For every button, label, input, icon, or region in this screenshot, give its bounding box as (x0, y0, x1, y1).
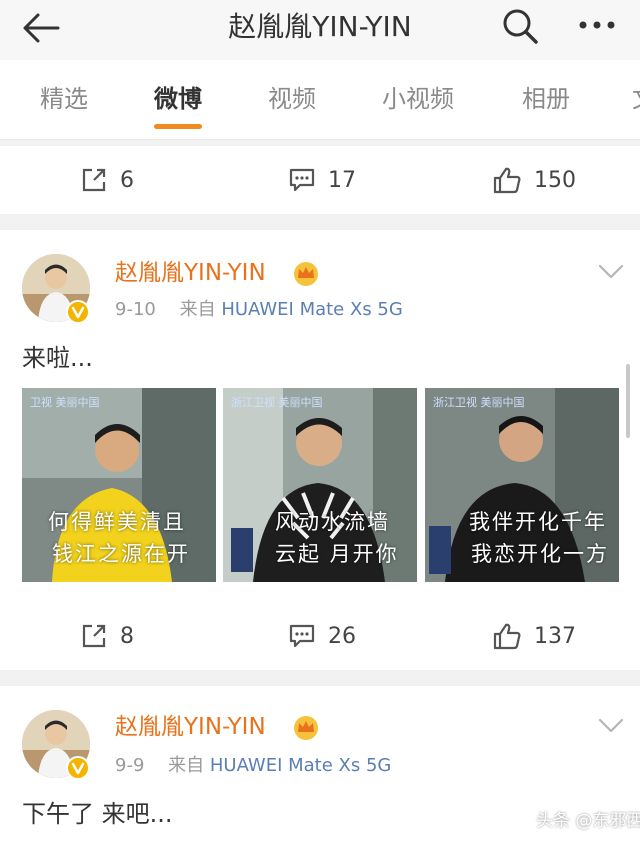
post-source[interactable]: HUAWEI Mate Xs 5G (210, 755, 392, 776)
verified-badge (66, 300, 90, 324)
post-date: 9-9 (115, 755, 145, 776)
share-button[interactable]: 8 (80, 602, 134, 670)
post-date: 9-10 (115, 299, 156, 320)
page-title: 赵胤胤YIN-YIN (228, 10, 412, 43)
like-button[interactable]: 137 (492, 602, 576, 670)
share-count: 6 (120, 167, 134, 193)
comment-button[interactable]: 26 (288, 602, 356, 670)
tab-video[interactable]: 视频 (268, 82, 316, 116)
crown-icon (294, 262, 318, 286)
verified-badge (66, 756, 90, 780)
tab-short-video[interactable]: 小视频 (382, 82, 454, 116)
post-image[interactable]: 浙江卫视 美丽中国 我伴开化千年 我恋开化一方 (425, 388, 619, 582)
comment-button[interactable]: 17 (288, 146, 356, 214)
like-count: 150 (534, 167, 576, 193)
post-text: 下午了 来吧... (22, 800, 173, 828)
image-caption: 我恋开化一方 (471, 542, 609, 566)
tab-album[interactable]: 相册 (522, 82, 570, 116)
tab-bar: 精选 微博 视频 小视频 相册 文 (0, 60, 640, 140)
like-button[interactable]: 150 (492, 146, 576, 214)
thumbs-up-icon (493, 167, 521, 194)
share-icon (82, 624, 106, 648)
search-icon (503, 9, 538, 44)
author-name[interactable]: 赵胤胤YIN-YIN (115, 258, 266, 288)
image-caption: 风动水流墙 (275, 510, 390, 534)
svg-text:卫视 美丽中国: 卫视 美丽中国 (30, 395, 100, 409)
post-text: 来啦... (22, 344, 93, 372)
share-count: 8 (120, 623, 134, 649)
like-count: 137 (534, 623, 576, 649)
crown-icon (294, 716, 318, 740)
more-button[interactable] (575, 10, 619, 40)
comment-icon (289, 168, 315, 192)
comment-icon (289, 624, 315, 648)
thumbs-up-icon (493, 623, 521, 650)
active-tab-indicator (154, 124, 202, 129)
chevron-down-icon[interactable] (596, 262, 626, 282)
tab-weibo[interactable]: 微博 (154, 82, 202, 116)
from-label: 来自 (179, 299, 216, 320)
from-label: 来自 (168, 755, 205, 776)
watermark: 头条 @东邪西媚 (536, 811, 640, 831)
post-meta: 9-9 来自 HUAWEI Mate Xs 5G (115, 754, 391, 778)
svg-text:浙江卫视 美丽中国: 浙江卫视 美丽中国 (231, 395, 323, 409)
comment-count: 17 (328, 167, 356, 193)
scrollbar[interactable] (626, 364, 630, 438)
top-bar: 赵胤胤YIN-YIN (0, 0, 640, 60)
image-caption: 何得鲜美清且 (48, 510, 186, 534)
image-caption: 云起 月开你 (275, 542, 399, 566)
image-caption: 钱江之源在开 (52, 542, 190, 566)
share-icon (82, 168, 106, 192)
post-actions: 8 26 137 (0, 602, 640, 670)
post-meta: 9-10 来自 HUAWEI Mate Xs 5G (115, 298, 403, 322)
search-button[interactable] (500, 6, 540, 46)
svg-text:浙江卫视 美丽中国: 浙江卫视 美丽中国 (433, 395, 525, 409)
image-caption: 我伴开化千年 (469, 510, 607, 534)
comment-count: 26 (328, 623, 356, 649)
post-source[interactable]: HUAWEI Mate Xs 5G (221, 299, 403, 320)
more-icon (579, 21, 615, 29)
chevron-down-icon[interactable] (596, 716, 626, 736)
tab-article[interactable]: 文 (632, 82, 640, 116)
author-name[interactable]: 赵胤胤YIN-YIN (115, 712, 266, 742)
post-image[interactable]: 浙江卫视 美丽中国 风动水流墙 云起 月开你 (223, 388, 417, 582)
prev-post-actions: 6 17 150 (0, 146, 640, 214)
tab-featured[interactable]: 精选 (40, 82, 88, 116)
share-button[interactable]: 6 (80, 146, 134, 214)
post-image[interactable]: 卫视 美丽中国 何得鲜美清且 钱江之源在开 (22, 388, 216, 582)
